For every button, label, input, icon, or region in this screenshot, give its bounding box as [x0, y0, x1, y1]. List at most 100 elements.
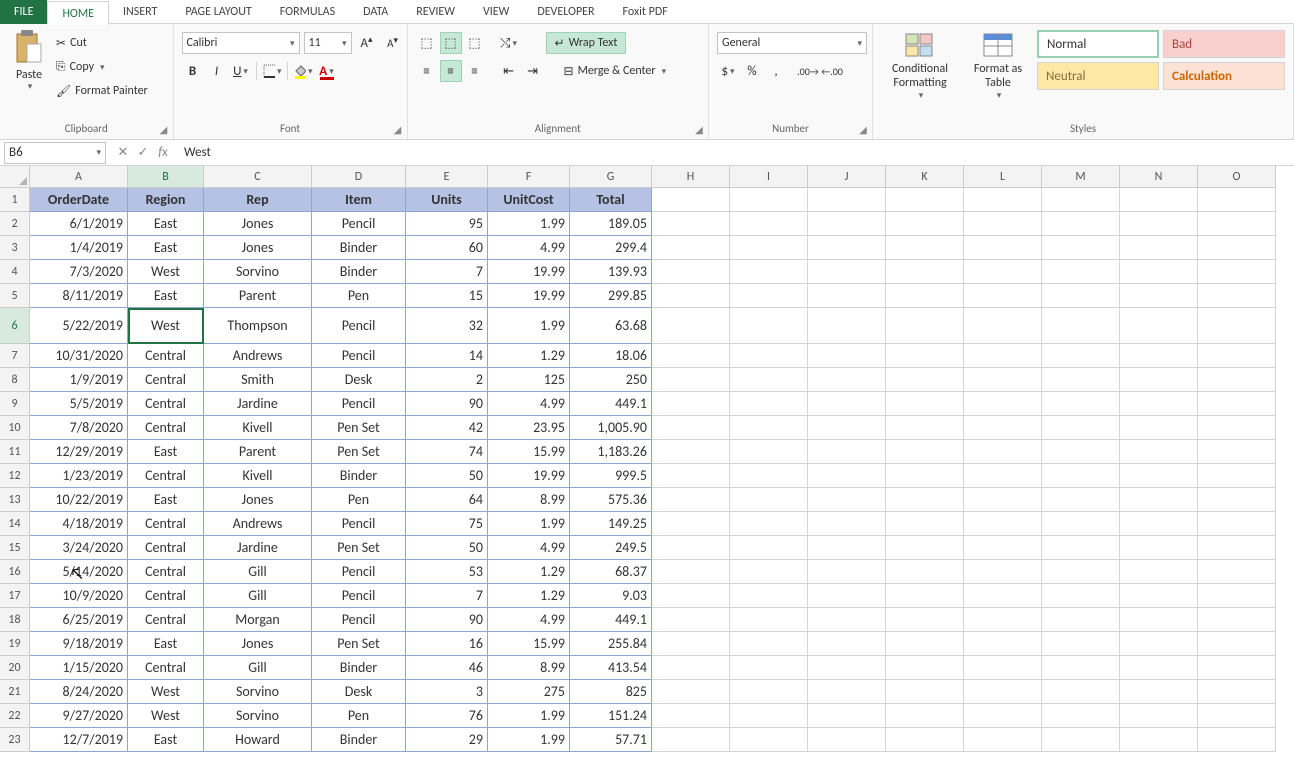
cell-C22[interactable]: Sorvino	[204, 704, 312, 728]
cell-G1[interactable]: Total	[570, 188, 652, 212]
cell-K11[interactable]	[886, 440, 964, 464]
cell-M18[interactable]	[1042, 608, 1120, 632]
cell-C23[interactable]: Howard	[204, 728, 312, 752]
cell-K14[interactable]	[886, 512, 964, 536]
cell-B8[interactable]: Central	[128, 368, 204, 392]
cell-M3[interactable]	[1042, 236, 1120, 260]
cell-F19[interactable]: 15.99	[488, 632, 570, 656]
cell-F12[interactable]: 19.99	[488, 464, 570, 488]
cell-F5[interactable]: 19.99	[488, 284, 570, 308]
tab-home[interactable]: HOME	[47, 1, 109, 25]
name-box[interactable]: B6▾	[4, 142, 106, 164]
cell-O16[interactable]	[1198, 560, 1276, 584]
row-header-9[interactable]: 9	[0, 392, 30, 416]
cell-N10[interactable]	[1120, 416, 1198, 440]
tab-page-layout[interactable]: PAGE LAYOUT	[171, 0, 265, 24]
cancel-formula-icon[interactable]: ✕	[114, 145, 132, 160]
align-top-icon[interactable]: ⬚	[416, 32, 438, 54]
cell-N23[interactable]	[1120, 728, 1198, 752]
cell-B10[interactable]: Central	[128, 416, 204, 440]
cell-O1[interactable]	[1198, 188, 1276, 212]
cell-N11[interactable]	[1120, 440, 1198, 464]
cell-E21[interactable]: 3	[406, 680, 488, 704]
cell-N8[interactable]	[1120, 368, 1198, 392]
cell-K17[interactable]	[886, 584, 964, 608]
italic-button[interactable]: I	[206, 60, 228, 82]
cell-F23[interactable]: 1.99	[488, 728, 570, 752]
cell-B12[interactable]: Central	[128, 464, 204, 488]
cell-C10[interactable]: Kivell	[204, 416, 312, 440]
cell-D15[interactable]: Pen Set	[312, 536, 406, 560]
cell-F20[interactable]: 8.99	[488, 656, 570, 680]
cell-M5[interactable]	[1042, 284, 1120, 308]
row-header-8[interactable]: 8	[0, 368, 30, 392]
cell-H18[interactable]	[652, 608, 730, 632]
cell-I20[interactable]	[730, 656, 808, 680]
cell-J9[interactable]	[808, 392, 886, 416]
cell-E15[interactable]: 50	[406, 536, 488, 560]
cell-A17[interactable]: 10/9/2020	[30, 584, 128, 608]
alignment-launcher[interactable]: ◢	[692, 123, 706, 137]
cell-K2[interactable]	[886, 212, 964, 236]
cell-D4[interactable]: Binder	[312, 260, 406, 284]
column-header-C[interactable]: C	[204, 166, 312, 188]
align-left-icon[interactable]: ≡	[416, 60, 438, 82]
cell-D11[interactable]: Pen Set	[312, 440, 406, 464]
cell-M17[interactable]	[1042, 584, 1120, 608]
cell-J22[interactable]	[808, 704, 886, 728]
cell-L9[interactable]	[964, 392, 1042, 416]
cell-H4[interactable]	[652, 260, 730, 284]
increase-decimal-icon[interactable]: .00→	[797, 60, 819, 82]
cell-D6[interactable]: Pencil	[312, 308, 406, 344]
row-header-7[interactable]: 7	[0, 344, 30, 368]
cell-C5[interactable]: Parent	[204, 284, 312, 308]
cell-N2[interactable]	[1120, 212, 1198, 236]
cell-E8[interactable]: 2	[406, 368, 488, 392]
decrease-font-icon[interactable]: A▾	[382, 32, 404, 54]
accounting-format-icon[interactable]: $▾	[717, 60, 739, 82]
cell-L2[interactable]	[964, 212, 1042, 236]
cell-I8[interactable]	[730, 368, 808, 392]
cell-J20[interactable]	[808, 656, 886, 680]
cell-L21[interactable]	[964, 680, 1042, 704]
cell-J16[interactable]	[808, 560, 886, 584]
cell-J10[interactable]	[808, 416, 886, 440]
tab-insert[interactable]: INSERT	[109, 0, 171, 24]
cell-B14[interactable]: Central	[128, 512, 204, 536]
cell-F3[interactable]: 4.99	[488, 236, 570, 260]
cell-D21[interactable]: Desk	[312, 680, 406, 704]
cell-B18[interactable]: Central	[128, 608, 204, 632]
cell-G6[interactable]: 63.68	[570, 308, 652, 344]
cell-H9[interactable]	[652, 392, 730, 416]
cell-O10[interactable]	[1198, 416, 1276, 440]
cut-button[interactable]: ✂Cut	[56, 32, 148, 54]
cell-K18[interactable]	[886, 608, 964, 632]
cell-B2[interactable]: East	[128, 212, 204, 236]
cell-L22[interactable]	[964, 704, 1042, 728]
cell-I19[interactable]	[730, 632, 808, 656]
cell-E12[interactable]: 50	[406, 464, 488, 488]
row-header-15[interactable]: 15	[0, 536, 30, 560]
cell-O4[interactable]	[1198, 260, 1276, 284]
cell-H5[interactable]	[652, 284, 730, 308]
row-header-12[interactable]: 12	[0, 464, 30, 488]
cell-M12[interactable]	[1042, 464, 1120, 488]
cell-H23[interactable]	[652, 728, 730, 752]
cell-E17[interactable]: 7	[406, 584, 488, 608]
cell-M4[interactable]	[1042, 260, 1120, 284]
cell-L14[interactable]	[964, 512, 1042, 536]
cell-M7[interactable]	[1042, 344, 1120, 368]
clipboard-launcher[interactable]: ◢	[157, 123, 171, 137]
cell-A20[interactable]: 1/15/2020	[30, 656, 128, 680]
cell-L6[interactable]	[964, 308, 1042, 344]
cell-H12[interactable]	[652, 464, 730, 488]
cell-K22[interactable]	[886, 704, 964, 728]
paste-button[interactable]: Paste ▾	[8, 28, 50, 93]
cell-B17[interactable]: Central	[128, 584, 204, 608]
cell-J13[interactable]	[808, 488, 886, 512]
cell-C21[interactable]: Sorvino	[204, 680, 312, 704]
cell-M8[interactable]	[1042, 368, 1120, 392]
cell-G14[interactable]: 149.25	[570, 512, 652, 536]
cell-M14[interactable]	[1042, 512, 1120, 536]
cell-D5[interactable]: Pen	[312, 284, 406, 308]
